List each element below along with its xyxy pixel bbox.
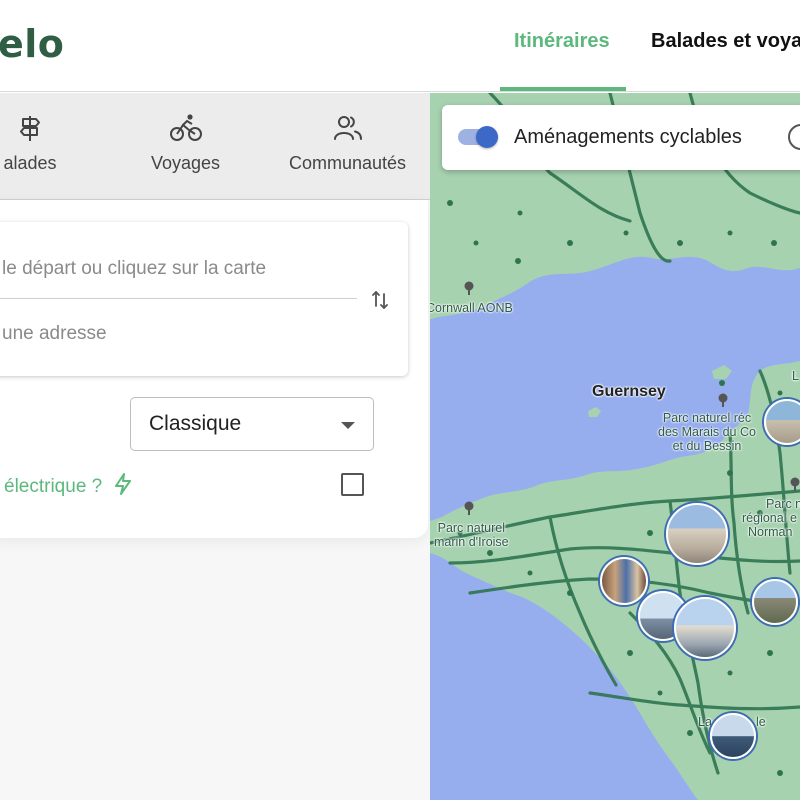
cycle-layer-card: Aménagements cyclables (442, 105, 800, 170)
route-panel: alades Voyages Communautés le départ ou … (0, 93, 430, 800)
lightning-icon (114, 472, 132, 502)
map-label-normandie-line1: Parc n (766, 497, 800, 511)
park-tree-icon (788, 477, 800, 491)
mode-tabs: alades Voyages Communautés (0, 93, 430, 200)
map-label-iroise-line1: Parc naturel (437, 521, 506, 535)
map-view[interactable]: Cornwall AONB Guernsey Parc naturel réc … (430, 93, 800, 800)
map-label-bottom-2[interactable]: le (756, 715, 766, 729)
map-label-cornwall[interactable]: Cornwall AONB (430, 301, 513, 315)
signpost-icon (20, 116, 40, 141)
mode-label-balades: alades (3, 153, 57, 173)
electric-bike-checkbox[interactable] (341, 473, 364, 496)
app-header: elo Itinéraires Balades et voya (0, 0, 800, 92)
map-label-guernsey[interactable]: Guernsey (592, 384, 666, 400)
mode-tab-voyages[interactable]: Voyages (118, 113, 253, 174)
profile-select-value: Classique (149, 412, 242, 435)
app-logo[interactable]: elo (0, 22, 64, 66)
photo-marker-port[interactable] (710, 713, 756, 759)
map-label-bottom[interactable]: La (698, 715, 712, 729)
end-address-input[interactable]: une adresse (2, 323, 107, 345)
nav-tab-balades-voyages[interactable]: Balades et voya (651, 30, 800, 53)
nav-tab-itineraires[interactable]: Itinéraires (514, 30, 610, 53)
users-icon (333, 116, 362, 140)
mode-tab-communautes[interactable]: Communautés (280, 113, 415, 174)
electric-bike-label: électrique ? (4, 472, 132, 502)
park-tree-icon (716, 393, 730, 407)
map-label-marais-line3: et du Bessin (672, 439, 742, 453)
cycle-layer-toggle-knob[interactable] (476, 126, 498, 148)
photo-marker-rennes[interactable] (666, 503, 728, 565)
map-label-marais-line2: des Marais du Co (658, 425, 756, 439)
park-tree-icon (462, 281, 476, 295)
mode-label-voyages: Voyages (150, 153, 221, 173)
map-label-normandie-line3: Norman (748, 525, 793, 539)
map-label-marais-line1: Parc naturel réc (662, 411, 752, 425)
chevron-down-icon (341, 422, 355, 429)
swap-arrows-icon (372, 291, 388, 309)
map-label-normandie[interactable]: Parc n régional e Norman (742, 497, 800, 539)
route-form-card: le départ ou cliquez sur la carte une ad… (0, 200, 428, 538)
photo-marker-nantes[interactable] (674, 597, 736, 659)
map-label-iroise[interactable]: Parc naturel marin d'Iroise (434, 521, 509, 549)
cyclist-icon (169, 114, 202, 141)
map-label-iroise-line2: marin d'Iroise (434, 535, 509, 549)
photo-marker-maisons[interactable] (600, 557, 648, 605)
nav-active-indicator (500, 87, 626, 91)
address-box: le départ ou cliquez sur la carte une ad… (0, 222, 408, 376)
address-divider (0, 298, 357, 299)
info-icon[interactable] (788, 124, 800, 150)
photo-marker-fort[interactable] (752, 579, 798, 625)
mode-label-communautes: Communautés (288, 153, 407, 173)
swap-addresses-button[interactable] (368, 287, 392, 313)
mode-tab-balades[interactable]: alades (0, 113, 100, 174)
map-label-normandie-line2: régional e (742, 511, 797, 525)
map-label-top-right[interactable]: L (792, 369, 799, 383)
map-label-marais[interactable]: Parc naturel réc des Marais du Co et du … (658, 411, 756, 453)
start-address-input[interactable]: le départ ou cliquez sur la carte (2, 258, 266, 280)
profile-select[interactable]: Classique (130, 397, 374, 451)
park-tree-icon (462, 501, 476, 515)
cycle-layer-label: Aménagements cyclables (514, 126, 742, 148)
electric-bike-text: électrique ? (4, 476, 103, 497)
